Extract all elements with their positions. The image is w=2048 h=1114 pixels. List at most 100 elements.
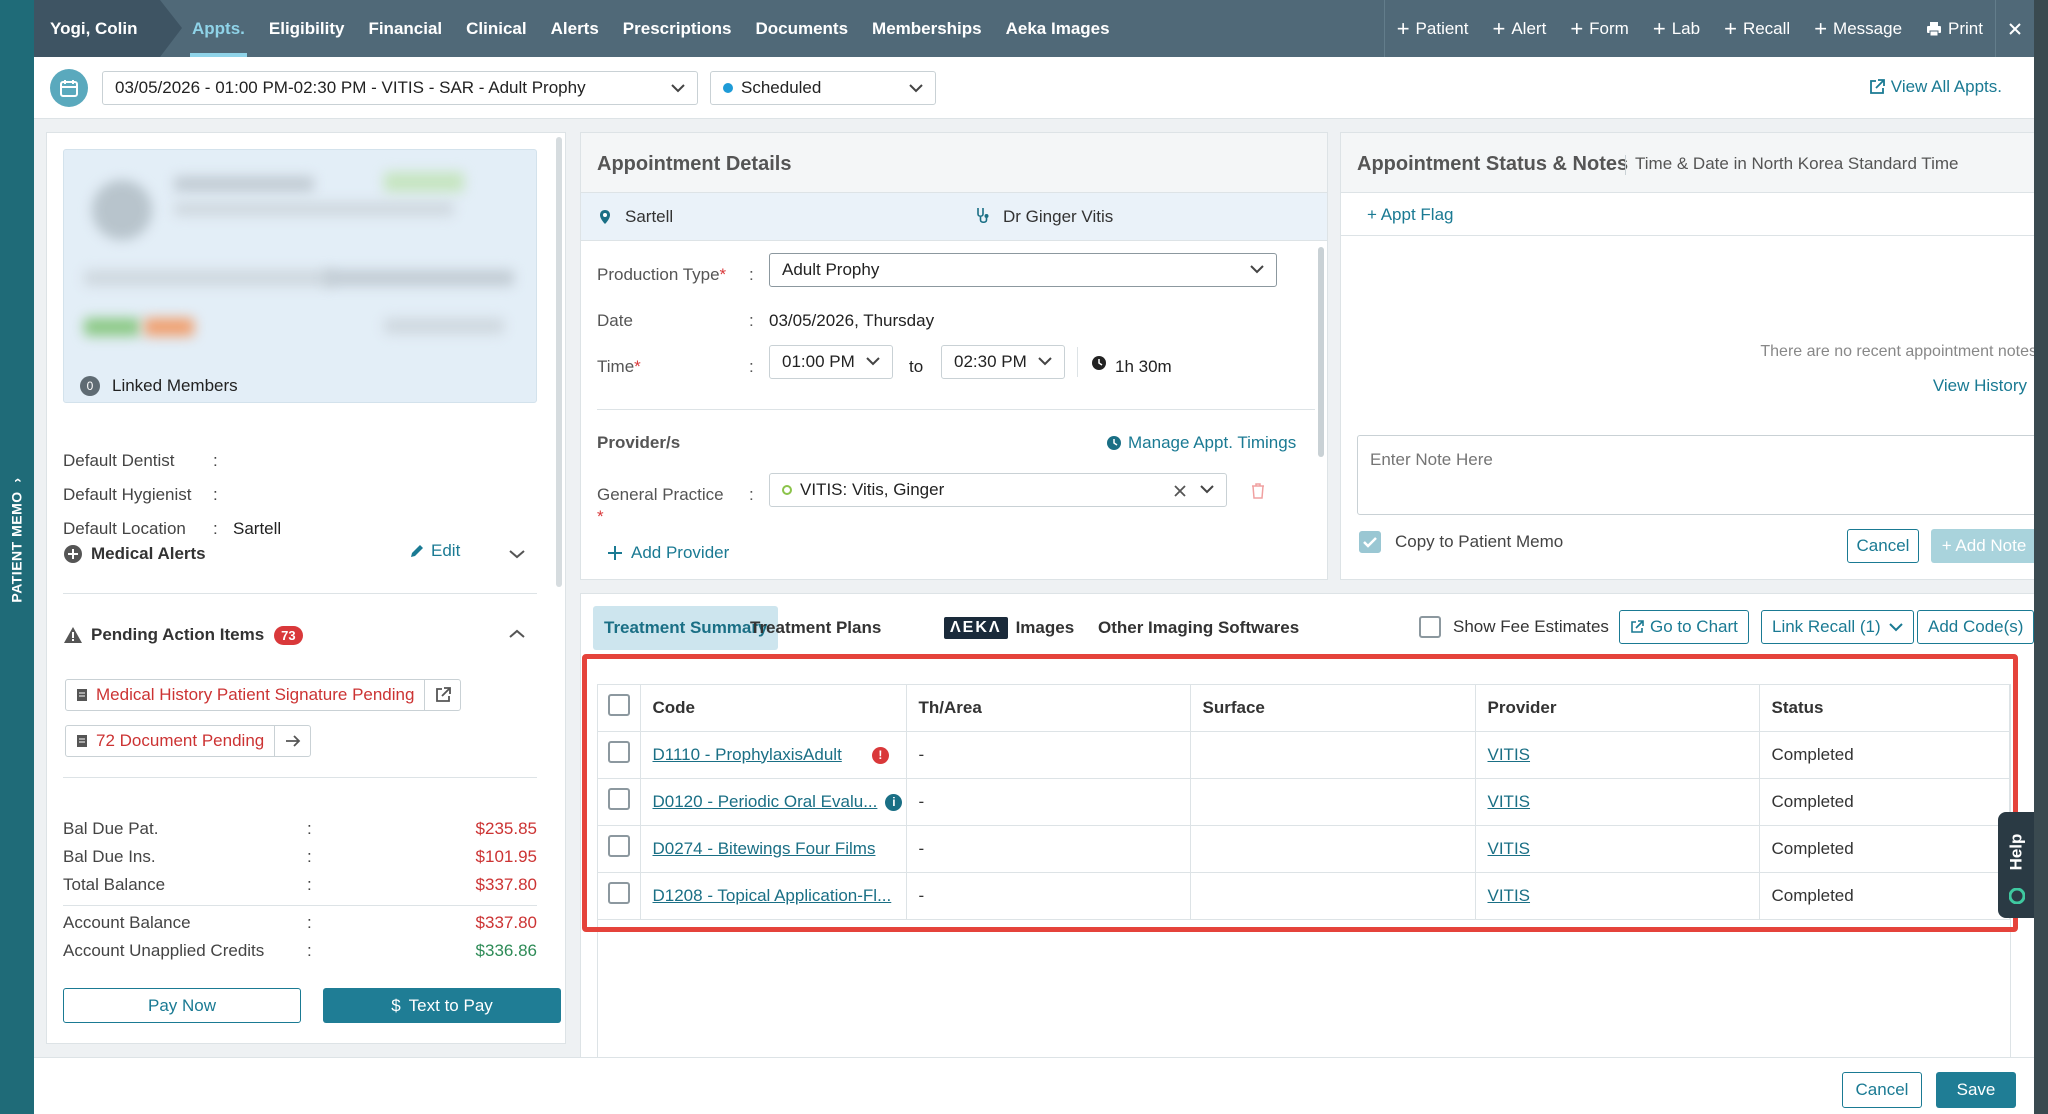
provider-link[interactable]: VITIS (1488, 792, 1531, 811)
add-lab-button[interactable]: + Lab (1641, 0, 1712, 57)
appointment-select[interactable]: 03/05/2026 - 01:00 PM-02:30 PM - VITIS -… (102, 71, 698, 105)
colon: : (749, 357, 754, 376)
table-row[interactable]: D0274 - Bitewings Four Films - VITIS Com… (598, 825, 2010, 873)
column-th-area[interactable]: Th/Area (906, 685, 1191, 732)
tab-other-imaging[interactable]: Other Imaging Softwares (1087, 606, 1310, 650)
add-patient-button[interactable]: + Patient (1383, 0, 1481, 57)
add-alert-button[interactable]: + Alert (1480, 0, 1558, 57)
clear-icon[interactable] (1174, 485, 1186, 497)
cancel-note-button[interactable]: Cancel (1847, 529, 1919, 563)
view-history-link[interactable]: View History (1933, 376, 2027, 396)
production-type-select[interactable]: Adult Prophy (769, 253, 1277, 287)
alert-info-icon[interactable]: ! (871, 746, 889, 764)
procedure-code-link[interactable]: D1110 - ProphylaxisAdult (653, 745, 842, 764)
add-appt-flag-link[interactable]: + Appt Flag (1367, 205, 1453, 225)
tab-prescriptions[interactable]: Prescriptions (611, 0, 744, 57)
open-external-button[interactable] (424, 680, 460, 710)
go-arrow-button[interactable] (274, 726, 310, 756)
status-select[interactable]: Scheduled (710, 71, 936, 105)
pending-item-label: 72 Document Pending (96, 731, 265, 750)
tab-memberships[interactable]: Memberships (860, 0, 994, 57)
linked-members-label: Linked Members (112, 376, 238, 395)
table-row[interactable]: D1110 - ProphylaxisAdult! - VITIS Comple… (598, 731, 2010, 779)
calendar-icon[interactable] (50, 69, 88, 107)
column-code[interactable]: Code (640, 685, 907, 732)
nav-tabs: Appts. Eligibility Financial Clinical Al… (180, 0, 1122, 57)
table-row[interactable]: D1208 - Topical Application-Fl... - VITI… (598, 872, 2010, 920)
note-input[interactable] (1357, 435, 2037, 515)
link-recall-dropdown[interactable]: Link Recall (1) (1761, 610, 1914, 644)
tab-eligibility[interactable]: Eligibility (257, 0, 357, 57)
print-button[interactable]: Print (1914, 0, 1995, 57)
go-to-chart-label: Go to Chart (1650, 617, 1738, 636)
procedure-code-link[interactable]: D1208 - Topical Application-Fl... (653, 886, 892, 905)
procedure-code-link[interactable]: D0120 - Periodic Oral Evalu... (653, 792, 878, 811)
procedure-code-link[interactable]: D0274 - Bitewings Four Films (653, 839, 876, 858)
trash-icon[interactable] (1251, 483, 1265, 499)
linked-members[interactable]: 0 Linked Members (80, 376, 238, 396)
add-form-button[interactable]: + Form (1558, 0, 1641, 57)
tab-aeka-images[interactable]: Aeka Images (994, 0, 1122, 57)
save-button[interactable]: Save (1936, 1072, 2016, 1108)
table-row[interactable]: D0120 - Periodic Oral Evalu... i - VITIS … (598, 778, 2010, 826)
provider-link[interactable]: VITIS (1488, 839, 1531, 858)
tab-alerts[interactable]: Alerts (539, 0, 611, 57)
manage-appt-timings-link[interactable]: Manage Appt. Timings (1106, 433, 1296, 453)
balance-label: Account Unapplied Credits (63, 941, 265, 960)
provider-select[interactable]: VITIS: Vitis, Ginger (769, 473, 1227, 507)
checkmark-icon (1363, 537, 1377, 548)
time-from-select[interactable]: 01:00 PM (769, 345, 893, 379)
provider-link[interactable]: VITIS (1488, 745, 1531, 764)
area-cell: - (906, 872, 1191, 920)
add-message-button[interactable]: + Message (1802, 0, 1914, 57)
add-recall-button[interactable]: + Recall (1712, 0, 1802, 57)
pay-now-button[interactable]: Pay Now (63, 988, 301, 1023)
scrollbar[interactable] (556, 137, 562, 587)
cancel-button[interactable]: Cancel (1842, 1072, 1922, 1108)
time-to-select[interactable]: 02:30 PM (941, 345, 1065, 379)
copy-to-memo-checkbox[interactable]: Copy to Patient Memo (1359, 531, 1563, 553)
tab-documents[interactable]: Documents (743, 0, 860, 57)
tab-appts[interactable]: Appts. (180, 0, 257, 57)
row-checkbox[interactable] (608, 741, 630, 763)
patient-memo-tab[interactable]: PATIENT MEMO › (0, 0, 34, 1114)
edit-medical-alerts-button[interactable]: Edit (409, 541, 460, 561)
provider-link[interactable]: VITIS (1488, 886, 1531, 905)
chevron-down-icon[interactable] (509, 549, 525, 559)
tab-aeka-images[interactable]: ΛEKΛ Images (933, 606, 1085, 650)
checkbox[interactable] (1419, 616, 1441, 638)
plus-icon: + (1652, 15, 1666, 41)
row-checkbox[interactable] (608, 788, 630, 810)
scrollbar[interactable] (1318, 247, 1324, 457)
row-checkbox[interactable] (608, 882, 630, 904)
close-icon (2009, 22, 2021, 35)
add-note-button[interactable]: + Add Note (1931, 529, 2037, 563)
column-status[interactable]: Status (1759, 685, 2010, 732)
row-checkbox-cell (598, 778, 641, 826)
row-checkbox[interactable] (608, 835, 630, 857)
text-to-pay-button[interactable]: $ Text to Pay (323, 988, 561, 1023)
top-navigation: Yogi, Colin Appts. Eligibility Financial… (34, 0, 2034, 57)
pending-item-documents[interactable]: 72 Document Pending (65, 725, 312, 757)
provider-status-dot (782, 485, 792, 495)
info-icon[interactable]: i (885, 793, 903, 811)
close-button[interactable] (1995, 0, 2034, 57)
plus-icon: + (1814, 15, 1828, 41)
select-all-checkbox[interactable] (608, 694, 630, 717)
checkbox[interactable] (1359, 531, 1381, 553)
tab-financial[interactable]: Financial (356, 0, 454, 57)
tab-treatment-plans[interactable]: Treatment Plans (739, 606, 892, 650)
pending-item-medical-history[interactable]: Medical History Patient Signature Pendin… (65, 679, 462, 711)
show-fee-estimates-checkbox[interactable]: Show Fee Estimates (1419, 616, 1609, 638)
medical-alerts-header[interactable]: Medical Alerts (63, 541, 537, 567)
chevron-up-icon[interactable] (509, 629, 525, 639)
go-to-chart-button[interactable]: Go to Chart (1619, 610, 1749, 644)
add-codes-button[interactable]: Add Code(s) (1917, 610, 2035, 644)
tab-clinical[interactable]: Clinical (454, 0, 538, 57)
column-surface[interactable]: Surface (1190, 685, 1476, 732)
help-tab[interactable]: Help (1998, 812, 2034, 918)
view-all-appts-link[interactable]: View All Appts. (1869, 77, 2002, 97)
column-provider[interactable]: Provider (1475, 685, 1760, 732)
patient-name[interactable]: Yogi, Colin (34, 0, 160, 57)
add-provider-button[interactable]: Add Provider (607, 543, 729, 563)
